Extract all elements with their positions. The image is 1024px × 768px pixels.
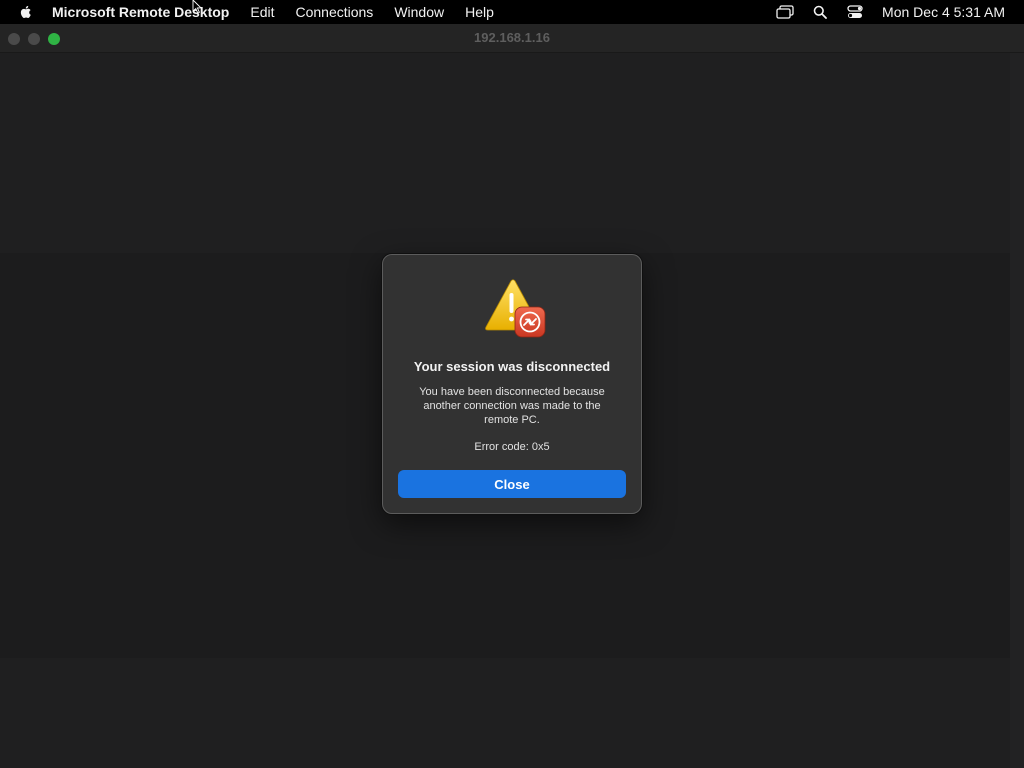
- dialog-error-code: Error code: 0x5: [474, 441, 550, 453]
- menu-help[interactable]: Help: [465, 4, 494, 20]
- search-icon[interactable]: [811, 4, 829, 20]
- menu-clock[interactable]: Mon Dec 4 5:31 AM: [882, 4, 1005, 20]
- menu-connections[interactable]: Connections: [295, 4, 373, 20]
- menu-window[interactable]: Window: [394, 4, 444, 20]
- menu-bar: Microsoft Remote Desktop Edit Connection…: [0, 0, 1024, 24]
- mouse-pointer-icon: [192, 0, 202, 14]
- warning-remote-desktop-icon: [485, 279, 546, 338]
- menu-edit[interactable]: Edit: [250, 4, 274, 20]
- menu-app-name[interactable]: Microsoft Remote Desktop: [52, 4, 229, 20]
- control-center-icon[interactable]: [846, 4, 864, 20]
- apple-menu-icon[interactable]: [18, 4, 34, 20]
- window-titlebar[interactable]: 192.168.1.16: [0, 24, 1024, 53]
- screen-mirroring-icon[interactable]: [776, 4, 794, 20]
- remote-desktop-background: [0, 53, 1010, 253]
- close-button[interactable]: Close: [398, 470, 626, 498]
- window-title: 192.168.1.16: [474, 30, 550, 45]
- remote-taskbar-background: [0, 658, 1010, 768]
- menu-extras: Mon Dec 4 5:31 AM: [759, 0, 1005, 24]
- disconnect-alert-dialog: Your session was disconnected You have b…: [382, 254, 642, 514]
- dialog-message: You have been disconnected because anoth…: [419, 386, 605, 426]
- dialog-title: Your session was disconnected: [413, 359, 611, 374]
- remote-scroll-area: [1010, 53, 1024, 768]
